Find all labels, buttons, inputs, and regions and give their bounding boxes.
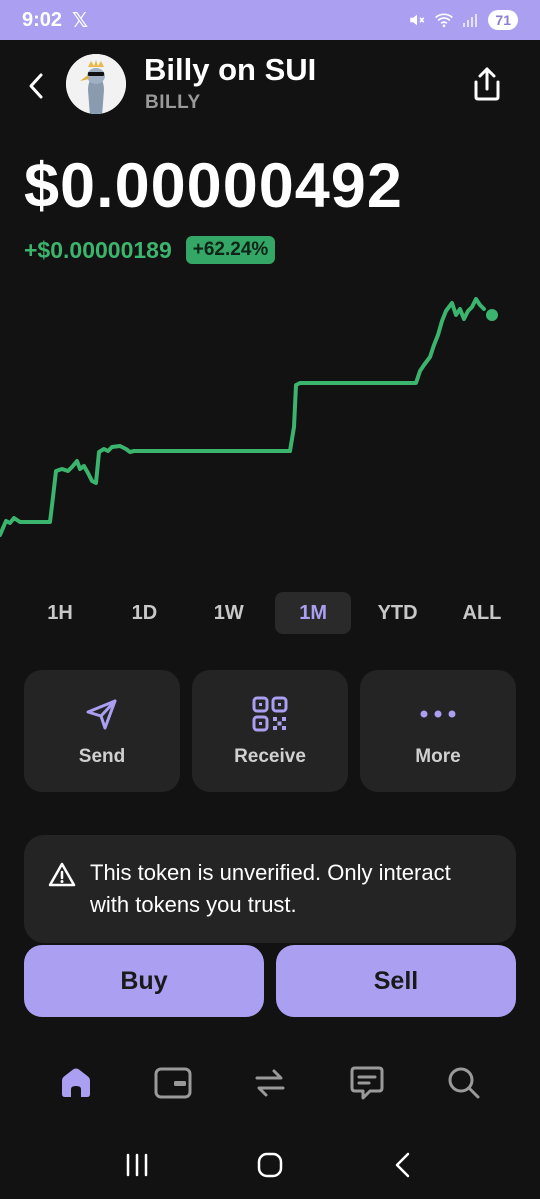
warning-text: This token is unverified. Only interact …: [90, 860, 451, 917]
chart-current-point: [486, 309, 498, 321]
battery-indicator: 71: [488, 10, 518, 30]
signal-icon: [463, 14, 478, 27]
chevron-left-icon: [29, 73, 43, 99]
receive-label: Receive: [234, 746, 306, 767]
wallet-card-icon: [154, 1067, 192, 1099]
range-ytd[interactable]: YTD: [360, 592, 436, 634]
bottom-tab-bar: [0, 1050, 540, 1116]
chat-icon: [350, 1066, 384, 1100]
mute-icon: [410, 14, 425, 26]
home-icon: [62, 1068, 91, 1097]
system-home-button[interactable]: [245, 1140, 295, 1190]
range-all[interactable]: ALL: [444, 592, 520, 634]
trade-buttons: Buy Sell: [24, 945, 516, 1017]
price-line: [0, 297, 486, 537]
range-1w[interactable]: 1W: [191, 592, 267, 634]
range-1m[interactable]: 1M: [275, 592, 352, 634]
qr-code-icon: [250, 694, 290, 734]
system-back-button[interactable]: [378, 1140, 428, 1190]
price-chart[interactable]: [0, 285, 540, 545]
x-app-icon: 𝕏: [72, 9, 89, 32]
buy-button[interactable]: Buy: [24, 945, 264, 1017]
token-price: $0.00000492: [24, 151, 403, 221]
tab-search[interactable]: [434, 1053, 494, 1113]
back-icon: [396, 1152, 410, 1177]
range-1d[interactable]: 1D: [106, 592, 182, 634]
token-symbol: BILLY: [145, 92, 201, 113]
tab-home[interactable]: [46, 1053, 106, 1113]
share-icon: [474, 67, 500, 101]
back-button[interactable]: [22, 68, 50, 104]
send-button[interactable]: Send: [24, 670, 180, 792]
price-change-absolute: +$0.00000189: [24, 236, 172, 263]
token-name: Billy on SUI: [144, 52, 317, 87]
recent-apps-icon: [126, 1153, 147, 1176]
tab-swap[interactable]: [240, 1053, 300, 1113]
send-label: Send: [78, 746, 126, 767]
warning-triangle-icon: [48, 862, 76, 887]
receive-button[interactable]: Receive: [192, 670, 348, 792]
range-1h[interactable]: 1H: [22, 592, 98, 634]
tab-messages[interactable]: [337, 1053, 397, 1113]
more-button[interactable]: More: [360, 670, 516, 792]
recent-apps-button[interactable]: [112, 1140, 162, 1190]
swap-icon: [255, 1069, 285, 1097]
token-avatar: [66, 54, 126, 114]
price-change-percent-badge: +62.24%: [185, 236, 276, 264]
action-buttons: Send Receive More: [24, 670, 516, 792]
share-button[interactable]: [470, 64, 504, 104]
tab-collectibles[interactable]: [143, 1053, 203, 1113]
wifi-icon: [435, 13, 454, 28]
price-change-row: +$0.00000189 +62.24%: [24, 236, 276, 264]
status-time: 9:02: [22, 8, 63, 31]
system-navigation-bar: [0, 1130, 540, 1199]
search-icon: [448, 1067, 480, 1099]
billy-bird-logo-icon: [66, 54, 126, 114]
time-range-selector: 1H 1D 1W 1M YTD ALL: [22, 592, 520, 634]
sell-button[interactable]: Sell: [276, 945, 516, 1017]
status-left: 9:02 𝕏: [22, 8, 88, 33]
more-label: More: [415, 746, 461, 767]
more-dots-icon: [418, 694, 458, 734]
status-right: 71: [408, 10, 518, 30]
send-icon: [82, 694, 122, 734]
unverified-token-warning: This token is unverified. Only interact …: [24, 835, 516, 943]
home-circle-icon: [257, 1152, 283, 1177]
status-bar: 9:02 𝕏 71: [0, 0, 540, 40]
token-header: Billy on SUI BILLY: [0, 50, 540, 126]
